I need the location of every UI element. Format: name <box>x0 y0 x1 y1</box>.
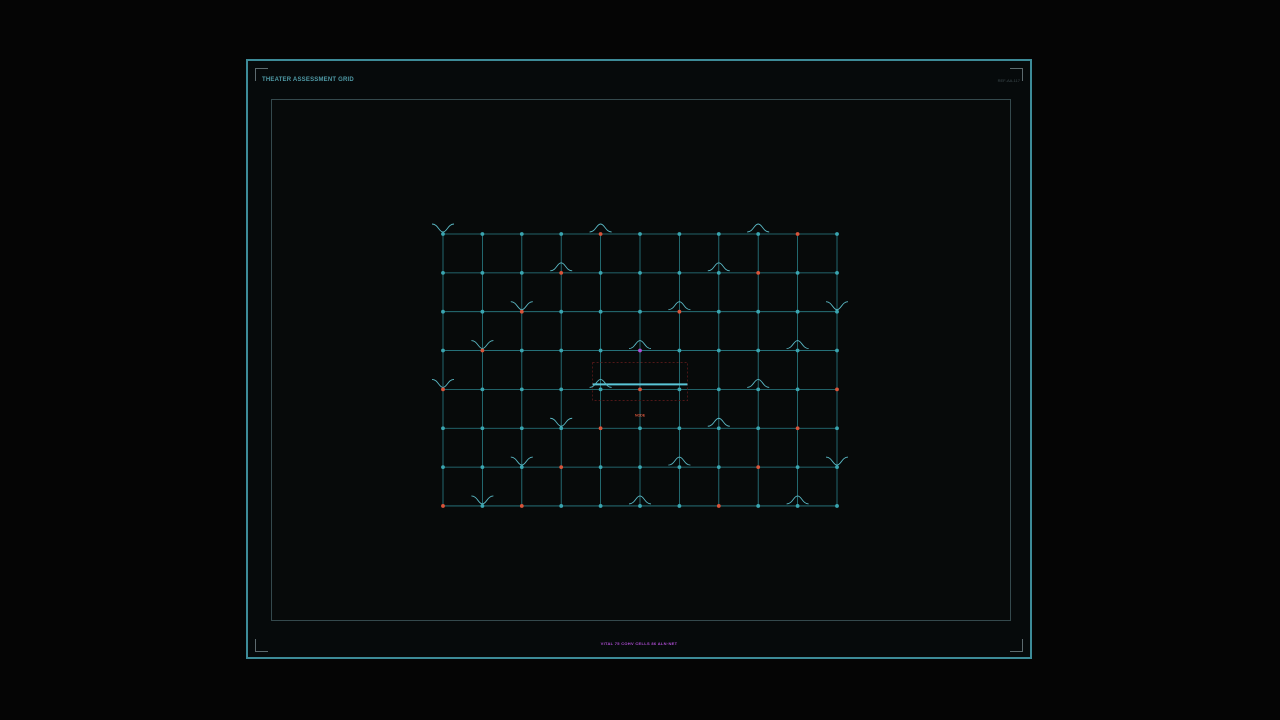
grid-node-alert[interactable] <box>519 504 524 508</box>
grid-node-alert[interactable] <box>795 426 800 431</box>
grid-node[interactable] <box>480 232 485 236</box>
grid-node[interactable] <box>480 426 485 431</box>
grid-node[interactable] <box>795 309 800 314</box>
grid-node[interactable] <box>716 232 721 236</box>
grid-node[interactable] <box>638 426 642 431</box>
signal-wave-icon <box>431 223 455 233</box>
grid-node[interactable] <box>638 309 642 314</box>
grid-node[interactable] <box>716 426 721 431</box>
grid-node-alert[interactable] <box>598 426 603 431</box>
grid-node-alert[interactable] <box>441 504 445 508</box>
grid-node[interactable] <box>519 270 524 275</box>
grid-node[interactable] <box>441 270 445 275</box>
grid-node[interactable] <box>677 426 682 431</box>
grid-node[interactable] <box>598 504 603 508</box>
grid-node-alert[interactable] <box>559 270 564 275</box>
grid-node[interactable] <box>795 504 800 508</box>
grid-node-alert[interactable] <box>559 465 564 469</box>
grid-node[interactable] <box>519 465 524 469</box>
grid-node-alert[interactable] <box>716 504 721 508</box>
grid-node[interactable] <box>638 232 642 236</box>
grid-node[interactable] <box>638 504 642 508</box>
grid-node[interactable] <box>835 309 839 314</box>
grid-node[interactable] <box>835 465 839 469</box>
grid-node-alert[interactable] <box>598 232 603 236</box>
grid-node-alert[interactable] <box>638 387 642 392</box>
grid-node[interactable] <box>559 426 564 431</box>
grid-node[interactable] <box>677 270 682 275</box>
grid-node[interactable] <box>795 348 800 353</box>
grid-node[interactable] <box>519 348 524 353</box>
grid-node[interactable] <box>441 232 445 236</box>
grid-node[interactable] <box>559 348 564 353</box>
grid-node[interactable] <box>677 504 682 508</box>
grid-node[interactable] <box>638 270 642 275</box>
grid-node-focus[interactable] <box>638 348 642 353</box>
grid-node[interactable] <box>559 504 564 508</box>
grid-node[interactable] <box>835 270 839 275</box>
grid-node[interactable] <box>598 348 603 353</box>
grid-node[interactable] <box>716 270 721 275</box>
assessment-grid[interactable]: NODE <box>0 0 1280 720</box>
grid-node[interactable] <box>835 232 839 236</box>
grid-node[interactable] <box>638 465 642 469</box>
grid-node[interactable] <box>835 504 839 508</box>
grid-node[interactable] <box>598 465 603 469</box>
grid-node-alert[interactable] <box>677 309 682 314</box>
grid-node[interactable] <box>480 465 485 469</box>
grid-node[interactable] <box>677 387 682 392</box>
center-node-label: NODE <box>635 413 646 417</box>
grid-node[interactable] <box>756 232 761 236</box>
grid-node-alert[interactable] <box>756 465 761 469</box>
grid-node[interactable] <box>677 232 682 236</box>
grid-node[interactable] <box>795 387 800 392</box>
grid-node[interactable] <box>441 426 445 431</box>
grid-node[interactable] <box>756 309 761 314</box>
grid-node[interactable] <box>480 387 485 392</box>
grid-node[interactable] <box>559 309 564 314</box>
grid-node[interactable] <box>519 426 524 431</box>
grid-node[interactable] <box>598 387 603 392</box>
grid-node[interactable] <box>716 387 721 392</box>
signal-wave-icon <box>589 223 612 233</box>
grid-node[interactable] <box>480 504 485 508</box>
grid-node[interactable] <box>559 387 564 392</box>
grid-node-alert[interactable] <box>795 232 800 236</box>
grid-node[interactable] <box>441 309 445 314</box>
grid-node[interactable] <box>795 465 800 469</box>
grid-node-alert[interactable] <box>441 387 445 392</box>
grid-node-alert[interactable] <box>480 348 485 353</box>
grid-node[interactable] <box>835 426 839 431</box>
grid-node[interactable] <box>480 309 485 314</box>
grid-node-alert[interactable] <box>835 387 839 392</box>
grid-node[interactable] <box>559 232 564 236</box>
grid-node[interactable] <box>480 270 485 275</box>
grid-node[interactable] <box>677 348 682 353</box>
grid-node[interactable] <box>441 465 445 469</box>
grid-node[interactable] <box>756 387 761 392</box>
grid-node[interactable] <box>835 348 839 353</box>
grid-node[interactable] <box>677 465 682 469</box>
grid-node[interactable] <box>441 348 445 353</box>
grid-node[interactable] <box>716 309 721 314</box>
grid-node[interactable] <box>598 309 603 314</box>
grid-node[interactable] <box>756 426 761 431</box>
grid-node[interactable] <box>519 232 524 236</box>
grid-node-alert[interactable] <box>756 270 761 275</box>
grid-node[interactable] <box>519 387 524 392</box>
grid-node-alert[interactable] <box>519 309 524 314</box>
grid-node[interactable] <box>716 465 721 469</box>
grid-node[interactable] <box>716 348 721 353</box>
grid-node[interactable] <box>756 348 761 353</box>
signal-wave-icon <box>747 223 770 233</box>
grid-node[interactable] <box>756 504 761 508</box>
grid-node[interactable] <box>598 270 603 275</box>
grid-node[interactable] <box>795 270 800 275</box>
